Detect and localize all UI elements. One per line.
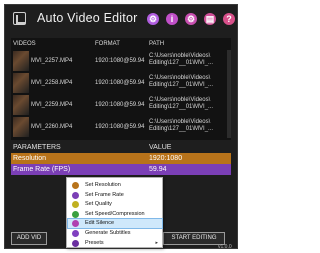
context-menu: Set Resolution Set Frame Rate Set Quality S…: [66, 177, 163, 248]
menu-item-icon: [72, 201, 79, 209]
app-window: Auto Video Editor ⚙ i ⚙ ▤ ? VIDEOS FORMA…: [4, 4, 238, 250]
video-path-line1: C:\Users\noble\Videos\: [149, 75, 211, 81]
document-icon[interactable]: ▤: [204, 13, 216, 25]
video-rows: MVI_2257.MP4 1920:1080@59.94 C:\Users\nobl…: [11, 50, 231, 138]
menu-item-icon: [72, 191, 79, 199]
menu-item-label: Generate Subtitles: [85, 230, 131, 236]
table-row[interactable]: MVI_2260.MP4 1920:1080@59.94 C:\Users\nobl…: [11, 116, 231, 138]
menu-item-icon: [72, 239, 79, 247]
param-label: Frame Rate (FPS): [13, 166, 71, 173]
param-row-resolution[interactable]: Resolution 1920:1080: [11, 153, 231, 164]
param-row-frame-rate[interactable]: Frame Rate (FPS) 59.94: [11, 164, 231, 175]
video-path-line2: Editing\127__01\MVI_...: [149, 60, 214, 66]
video-format: 1920:1080@59.94: [95, 124, 145, 130]
video-path: C:\Users\noble\Videos\ Editing\127__01\MV…: [149, 53, 229, 67]
video-path-line1: C:\Users\noble\Videos\: [149, 97, 211, 103]
submenu-arrow-icon: ▸: [155, 239, 158, 246]
video-path-line2: Editing\127__01\MVI_...: [149, 126, 214, 132]
menu-item-icon: [72, 182, 79, 189]
video-path-line2: Editing\127__01\MVI_...: [149, 104, 214, 110]
menu-item-icon: [72, 210, 79, 218]
app-title: Auto Video Editor: [37, 11, 138, 25]
table-header: VIDEOS FORMAT PATH: [11, 38, 231, 49]
video-format: 1920:1080@59.94: [95, 102, 145, 108]
menu-item-set-frame-rate[interactable]: Set Frame Rate: [68, 191, 162, 200]
version-label: v1.0.0: [218, 244, 232, 250]
menu-item-icon: [72, 220, 79, 228]
video-thumbnail: [13, 73, 29, 93]
menu-item-set-speed-compression[interactable]: Set Speed/Compression: [68, 210, 162, 219]
table-scrollbar[interactable]: [227, 50, 231, 138]
menu-item-set-resolution[interactable]: Set Resolution: [68, 181, 162, 190]
video-format: 1920:1080@59.94: [95, 58, 145, 64]
settings-icon[interactable]: ⚙: [185, 13, 197, 25]
video-path: C:\Users\noble\Videos\ Editing\127__01\MV…: [149, 97, 229, 111]
video-path: C:\Users\noble\Videos\ Editing\127__01\MV…: [149, 119, 229, 133]
start-editing-button[interactable]: START EDITING: [163, 232, 225, 245]
table-row[interactable]: MVI_2259.MP4 1920:1080@59.94 C:\Users\nobl…: [11, 94, 231, 116]
video-thumbnail: [13, 95, 29, 115]
column-path[interactable]: PATH: [149, 41, 164, 47]
value-header-label: VALUE: [149, 144, 172, 151]
video-path-line2: Editing\127__01\MVI_...: [149, 82, 214, 88]
param-label: Resolution: [13, 155, 47, 162]
help-icon[interactable]: ?: [223, 13, 235, 25]
param-header-label: PARAMETERS: [13, 144, 61, 151]
video-name: MVI_2257.MP4: [31, 58, 73, 64]
menu-item-label: Presets: [85, 239, 104, 246]
menu-item-edit-silence[interactable]: Edit Silence: [67, 218, 163, 230]
param-value: 1920:1080: [149, 155, 183, 162]
info-icon[interactable]: i: [166, 13, 178, 25]
table-row[interactable]: MVI_2257.MP4 1920:1080@59.94 C:\Users\nobl…: [11, 50, 231, 72]
menu-item-label: Edit Silence: [85, 220, 115, 227]
video-thumbnail: [13, 117, 29, 137]
menu-item-generate-subtitles[interactable]: Generate Subtitles: [68, 229, 162, 238]
video-format: 1920:1080@59.94: [95, 80, 145, 86]
menu-item-set-quality[interactable]: Set Quality: [68, 200, 162, 209]
video-name: MVI_2258.MP4: [31, 80, 73, 86]
video-name: MVI_2260.MP4: [31, 124, 73, 130]
menu-item-presets[interactable]: Presets ▸: [68, 239, 162, 248]
column-videos[interactable]: VIDEOS: [13, 41, 36, 47]
add-video-button[interactable]: ADD VID: [11, 232, 47, 245]
video-table: VIDEOS FORMAT PATH MVI_2257.MP4 1920:1080…: [11, 38, 231, 140]
table-row[interactable]: MVI_2258.MP4 1920:1080@59.94 C:\Users\nobl…: [11, 72, 231, 94]
video-path: C:\Users\noble\Videos\ Editing\127__01\MV…: [149, 75, 229, 89]
video-path-line1: C:\Users\noble\Videos\: [149, 53, 211, 59]
menu-item-label: Set Quality: [85, 201, 112, 208]
video-path-line1: C:\Users\noble\Videos\: [149, 119, 211, 125]
gear-icon[interactable]: ⚙: [147, 13, 159, 25]
menu-item-icon: [72, 230, 79, 237]
menu-item-label: Set Resolution: [85, 182, 121, 188]
app-logo-icon: [13, 12, 26, 25]
menu-item-label: Set Frame Rate: [85, 191, 124, 198]
video-thumbnail: [13, 51, 29, 71]
column-format[interactable]: FORMAT: [95, 41, 120, 47]
title-bar: Auto Video Editor ⚙ i ⚙ ▤ ?: [5, 5, 237, 35]
parameters-header: PARAMETERS VALUE: [11, 143, 231, 153]
param-value: 59.94: [149, 166, 167, 173]
menu-item-label: Set Speed/Compression: [85, 210, 145, 217]
video-name: MVI_2259.MP4: [31, 102, 73, 108]
